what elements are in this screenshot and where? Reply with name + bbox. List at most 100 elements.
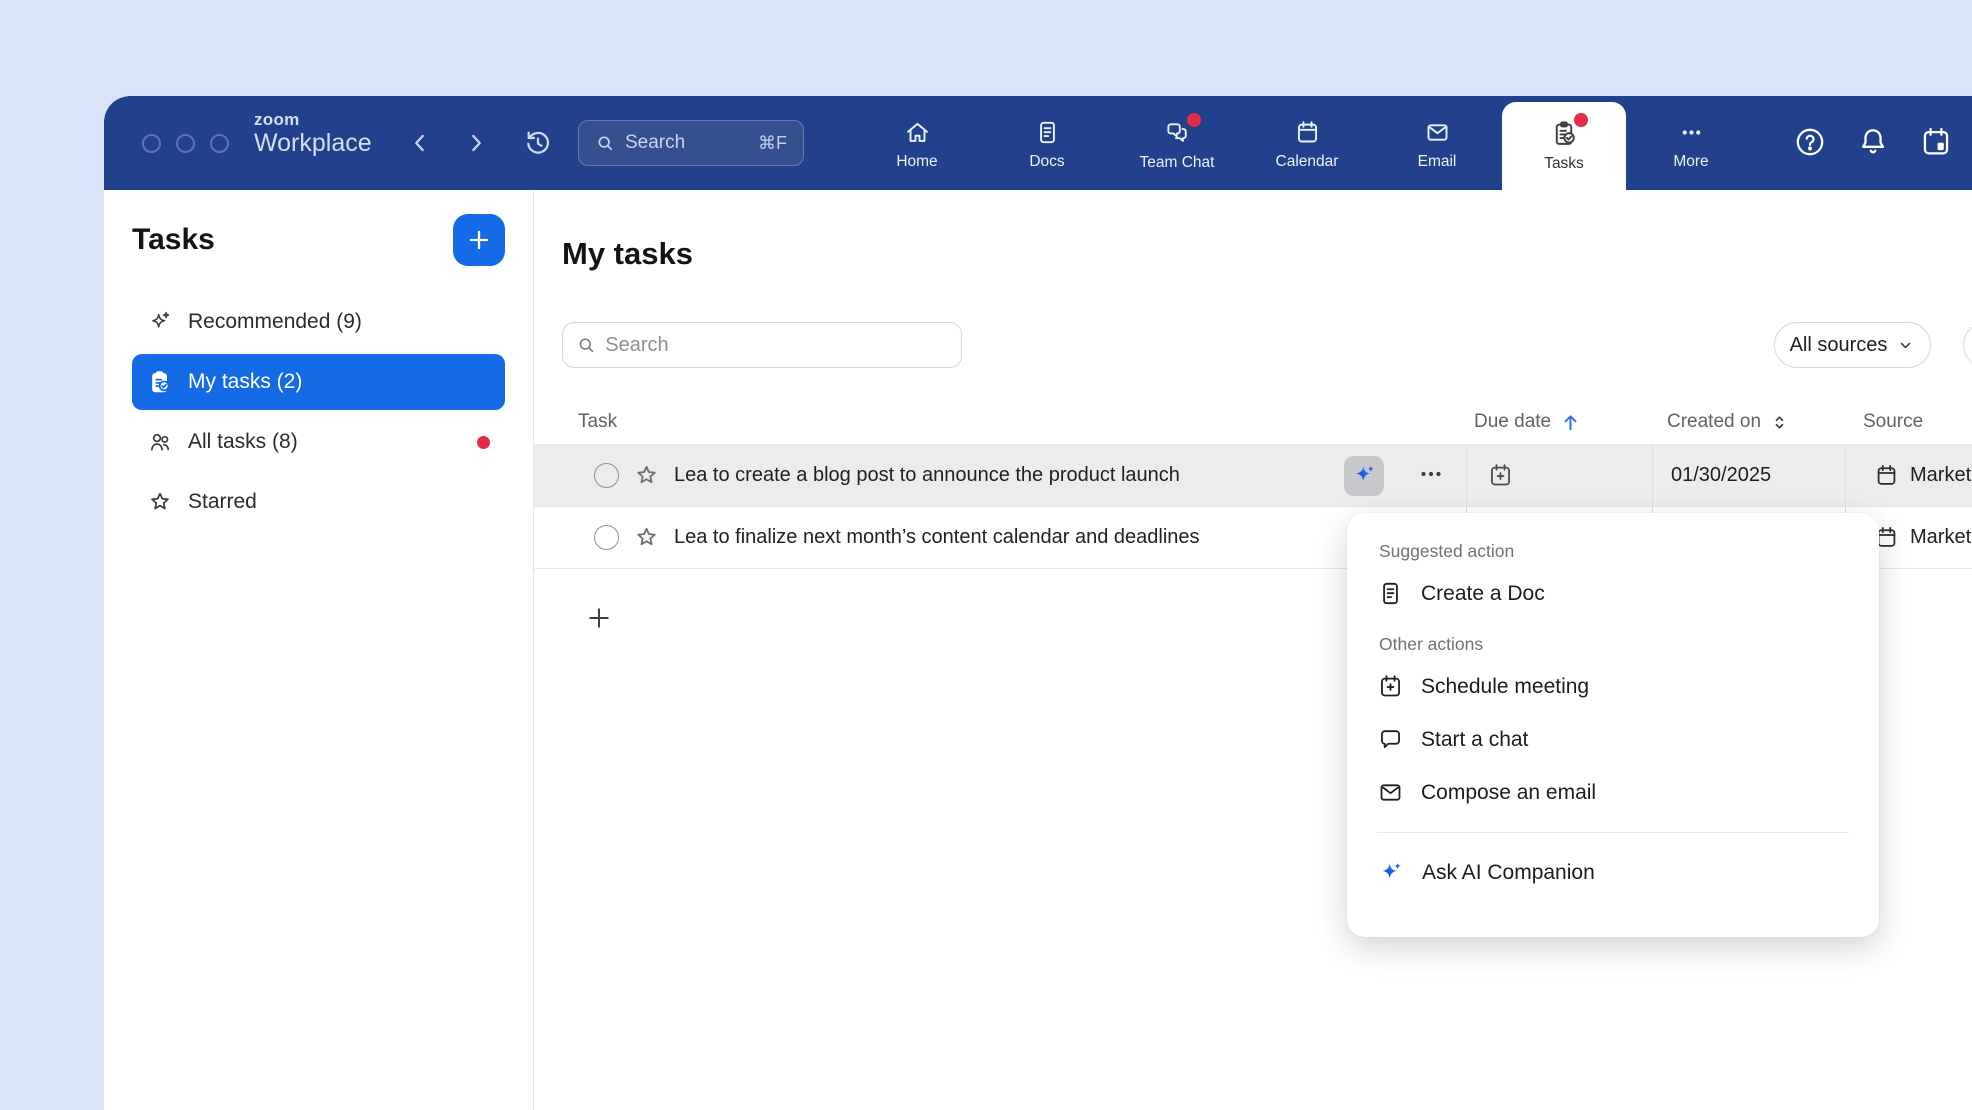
zoom-workplace-logo: zoom Workplace bbox=[254, 111, 372, 156]
menu-divider bbox=[1377, 832, 1849, 833]
nav-home[interactable]: Home bbox=[852, 96, 982, 190]
nav-team-chat[interactable]: Team Chat bbox=[1112, 96, 1242, 190]
menu-section-label: Suggested action bbox=[1379, 541, 1847, 562]
ellipsis-icon bbox=[1416, 459, 1446, 489]
sidebar-item-label: Starred bbox=[188, 490, 257, 514]
menu-item-label: Start a chat bbox=[1421, 728, 1528, 752]
scheduler-button[interactable] bbox=[1918, 125, 1954, 161]
window-control-zoom[interactable] bbox=[210, 134, 229, 153]
clipped-filter-dropdown[interactable] bbox=[1963, 322, 1972, 368]
nav-calendar[interactable]: Calendar bbox=[1242, 96, 1372, 190]
sources-filter-value: All sources bbox=[1790, 334, 1888, 357]
menu-item-ask-ai-companion[interactable]: Ask AI Companion bbox=[1377, 846, 1849, 899]
window-control-close[interactable] bbox=[142, 134, 161, 153]
nav-more[interactable]: More bbox=[1626, 96, 1756, 190]
due-date-cell[interactable] bbox=[1466, 445, 1652, 506]
table-header: Task Due date Created on Source bbox=[534, 400, 1972, 445]
top-bar: zoom Workplace Search ⌘F Home Docs bbox=[104, 96, 1972, 190]
sidebar-item-my-tasks[interactable]: My tasks (2) bbox=[132, 354, 505, 410]
desktop: { "colors": { "canvas": "#d9e4f8", "topb… bbox=[0, 0, 1972, 1110]
sparkle-icon bbox=[147, 309, 173, 335]
email-icon bbox=[1377, 779, 1404, 806]
help-button[interactable] bbox=[1792, 125, 1828, 161]
nav-email[interactable]: Email bbox=[1372, 96, 1502, 190]
calendar-plus-icon bbox=[1377, 673, 1404, 700]
search-icon bbox=[576, 334, 596, 356]
created-on-cell: 01/30/2025 bbox=[1652, 445, 1845, 506]
menu-item-create-doc[interactable]: Create a Doc bbox=[1377, 567, 1849, 620]
task-row-1[interactable]: Lea to create a blog post to announce th… bbox=[534, 445, 1972, 507]
sidebar-title: Tasks bbox=[132, 223, 215, 257]
plus-icon bbox=[465, 226, 493, 254]
search-icon bbox=[595, 133, 615, 153]
sidebar-item-starred[interactable]: Starred bbox=[132, 474, 505, 530]
menu-item-label: Compose an email bbox=[1421, 781, 1596, 805]
sidebar-menu: Recommended (9) My tasks (2) All tasks (… bbox=[132, 294, 505, 534]
clipboard-check-icon bbox=[147, 369, 173, 395]
sort-toggle-icon bbox=[1769, 412, 1790, 433]
history-button[interactable] bbox=[516, 96, 560, 190]
sidebar-item-all-tasks[interactable]: All tasks (8) bbox=[132, 414, 505, 470]
menu-item-label: Schedule meeting bbox=[1421, 675, 1589, 699]
complete-task-checkbox[interactable] bbox=[594, 525, 619, 550]
docs-icon bbox=[1034, 119, 1061, 146]
suggested-actions-menu: Suggested action Create a Doc Other acti… bbox=[1347, 513, 1879, 937]
ai-companion-icon bbox=[1351, 462, 1378, 489]
nav-label: Home bbox=[896, 153, 937, 171]
team-chat-badge bbox=[1187, 113, 1201, 127]
add-task-button[interactable] bbox=[584, 604, 614, 634]
nav-label: Tasks bbox=[1544, 155, 1584, 173]
complete-task-checkbox[interactable] bbox=[594, 463, 619, 488]
home-icon bbox=[904, 119, 931, 146]
nav-tasks[interactable]: Tasks bbox=[1502, 102, 1626, 190]
star-icon bbox=[633, 524, 660, 551]
calendar-icon bbox=[1874, 463, 1899, 488]
calendar-plus-icon bbox=[1487, 462, 1514, 489]
window-control-minimize[interactable] bbox=[176, 134, 195, 153]
star-task-button[interactable] bbox=[633, 524, 660, 551]
chevron-down-icon bbox=[1896, 336, 1915, 355]
star-task-button[interactable] bbox=[633, 462, 660, 489]
page-title: My tasks bbox=[562, 236, 693, 272]
window-controls[interactable] bbox=[142, 134, 229, 153]
back-button[interactable] bbox=[400, 96, 440, 190]
menu-item-compose-email[interactable]: Compose an email bbox=[1377, 766, 1849, 819]
column-header-source: Source bbox=[1845, 411, 1972, 433]
star-icon bbox=[633, 462, 660, 489]
forward-button[interactable] bbox=[456, 96, 496, 190]
chevron-right-icon bbox=[463, 130, 489, 156]
nav-docs[interactable]: Docs bbox=[982, 96, 1112, 190]
logo-workplace: Workplace bbox=[254, 131, 372, 156]
notifications-icon bbox=[1856, 125, 1890, 159]
menu-item-start-chat[interactable]: Start a chat bbox=[1377, 713, 1849, 766]
all-tasks-badge bbox=[477, 436, 490, 449]
task-cell: Lea to finalize next month’s content cal… bbox=[534, 507, 1466, 568]
ai-companion-button[interactable] bbox=[1344, 456, 1384, 496]
column-header-created-on[interactable]: Created on bbox=[1652, 411, 1845, 433]
primary-nav: Home Docs Team Chat Calendar Email bbox=[852, 96, 1756, 190]
sidebar-header: Tasks bbox=[132, 214, 505, 266]
menu-item-label: Create a Doc bbox=[1421, 582, 1545, 606]
people-icon bbox=[147, 429, 173, 455]
task-search bbox=[562, 322, 962, 368]
source-cell[interactable]: Marketi bbox=[1845, 445, 1972, 506]
global-search-field[interactable]: Search ⌘F bbox=[578, 120, 804, 166]
sidebar-item-label: My tasks (2) bbox=[188, 370, 302, 394]
menu-item-schedule-meeting[interactable]: Schedule meeting bbox=[1377, 660, 1849, 713]
task-search-input[interactable] bbox=[605, 334, 948, 357]
menu-item-label: Ask AI Companion bbox=[1422, 861, 1595, 885]
notifications-button[interactable] bbox=[1855, 125, 1891, 161]
task-title: Lea to finalize next month’s content cal… bbox=[674, 526, 1200, 549]
scheduler-icon bbox=[1919, 125, 1953, 159]
help-icon bbox=[1793, 125, 1827, 159]
menu-section-label: Other actions bbox=[1379, 634, 1847, 655]
search-shortcut: ⌘F bbox=[758, 133, 787, 154]
source-label: Marketi bbox=[1910, 526, 1972, 549]
row-more-actions-button[interactable] bbox=[1414, 459, 1448, 493]
column-header-due-date[interactable]: Due date bbox=[1466, 411, 1652, 434]
sidebar-item-recommended[interactable]: Recommended (9) bbox=[132, 294, 505, 350]
column-header-task: Task bbox=[534, 411, 1466, 433]
tasks-badge bbox=[1574, 113, 1588, 127]
sources-filter-dropdown[interactable]: All sources bbox=[1774, 322, 1931, 368]
new-task-button[interactable] bbox=[453, 214, 505, 266]
